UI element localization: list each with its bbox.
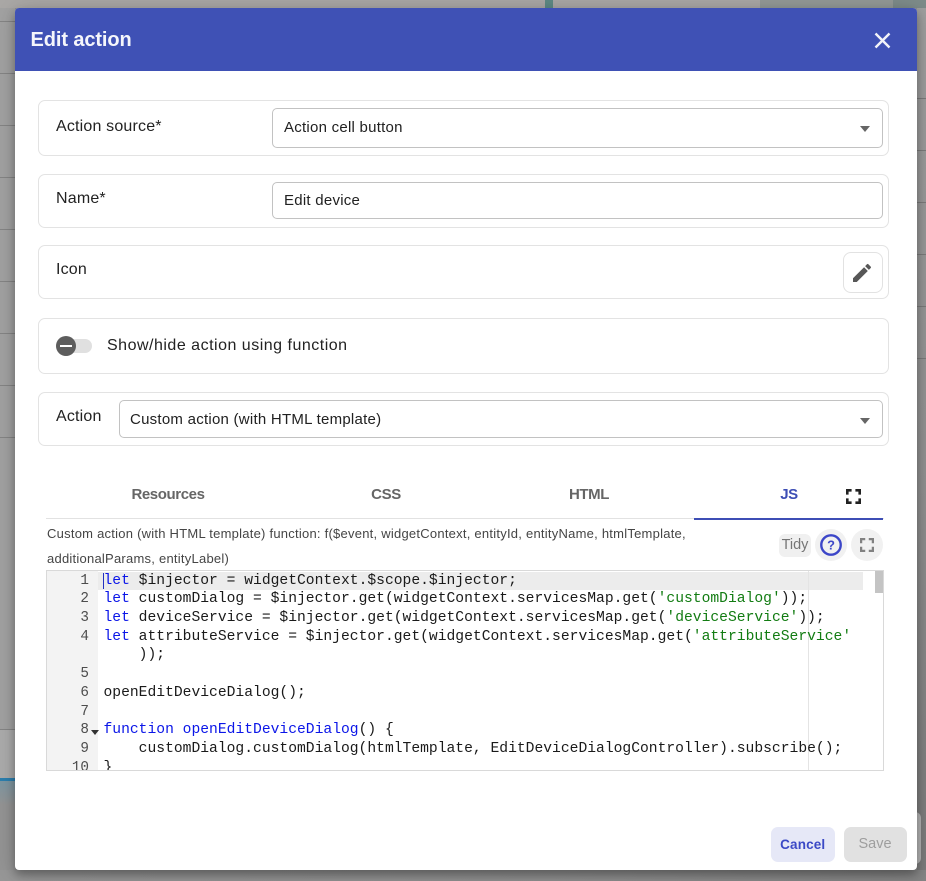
svg-text:?: ? <box>827 538 835 553</box>
